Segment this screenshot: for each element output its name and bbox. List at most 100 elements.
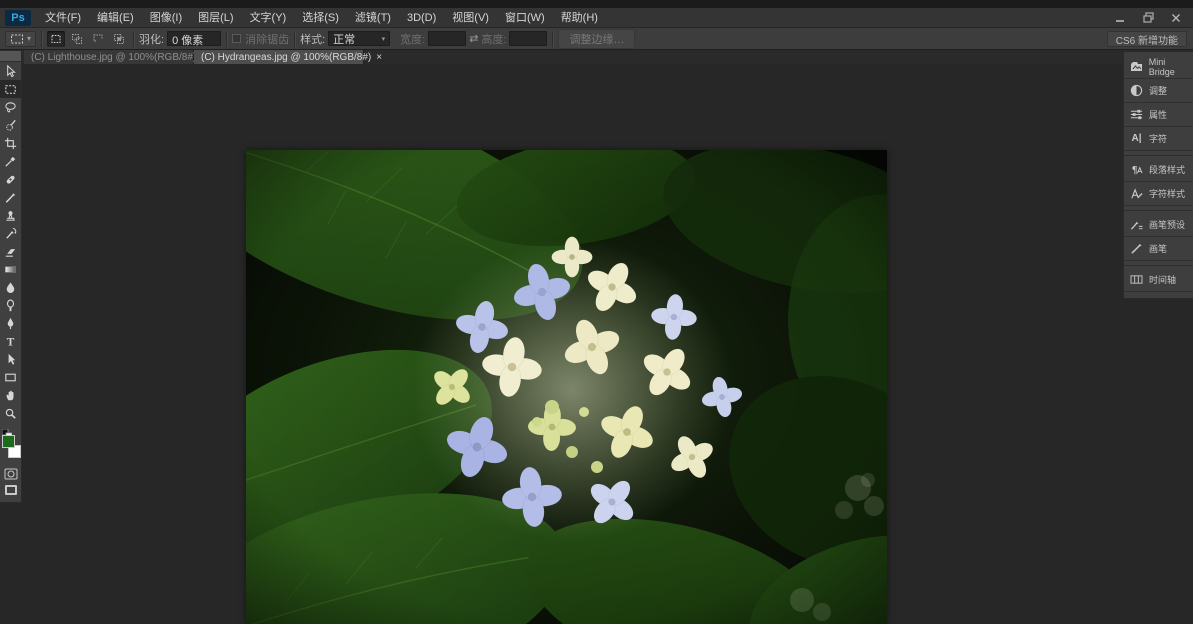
menu-file[interactable]: 文件(F) (37, 8, 89, 28)
properties-icon (1129, 107, 1144, 122)
rectangular-marquee-tool[interactable] (0, 80, 21, 98)
panel-label: 字符样式 (1149, 187, 1185, 200)
foreground-color-swatch[interactable] (2, 435, 15, 448)
tab-label: (C) Lighthouse.jpg @ 100%(RGB/8#) (31, 52, 196, 63)
brush-presets-icon (1129, 217, 1144, 232)
tool-options-bar: ▾ 羽化: 0 像素 消除锯齿 样式: 正常 ▾ 宽度: ⇄ 高度: (0, 28, 1193, 50)
brush-icon (1129, 241, 1144, 256)
panel-label: Mini Bridge (1149, 57, 1193, 77)
panel-character-styles[interactable]: 字符样式 (1124, 182, 1193, 206)
menu-select[interactable]: 选择(S) (294, 8, 347, 28)
crop-tool[interactable] (0, 134, 21, 152)
paragraph-styles-icon: ¶ (1129, 162, 1144, 177)
style-dropdown[interactable]: 正常 ▾ (328, 31, 390, 46)
feather-label: 羽化: (139, 31, 164, 47)
menu-window[interactable]: 窗口(W) (497, 8, 553, 28)
panel-paragraph-styles[interactable]: ¶ 段落样式 (1124, 158, 1193, 182)
eyedropper-tool[interactable] (0, 152, 21, 170)
minimize-button[interactable] (1113, 12, 1127, 24)
panel-label: 画笔预设 (1149, 218, 1185, 231)
feather-input[interactable]: 0 像素 (167, 31, 221, 46)
menu-type[interactable]: 文字(Y) (242, 8, 295, 28)
menu-view[interactable]: 视图(V) (444, 8, 497, 28)
brush-tool[interactable] (0, 188, 21, 206)
spot-healing-brush-tool[interactable] (0, 170, 21, 188)
close-icon[interactable] (1169, 12, 1183, 24)
add-to-selection-button[interactable] (68, 31, 86, 47)
character-styles-icon (1129, 186, 1144, 201)
width-label: 宽度: (400, 31, 425, 47)
panel-character[interactable]: A| 字符 (1124, 127, 1193, 151)
history-brush-tool[interactable] (0, 224, 21, 242)
tools-panel-header[interactable] (0, 51, 21, 62)
timeline-icon (1129, 272, 1144, 287)
panel-label: 画笔 (1149, 242, 1167, 255)
subtract-from-selection-button[interactable] (89, 31, 107, 47)
menu-filter[interactable]: 滤镜(T) (347, 8, 399, 28)
refine-edge-button[interactable]: 调整边缘… (558, 29, 635, 49)
antialias-checkbox[interactable] (232, 34, 241, 43)
hydrangea-photo (246, 150, 887, 624)
character-icon: A| (1129, 131, 1144, 146)
preset-arrow-icon: ▾ (27, 34, 31, 43)
rectangle-shape-tool[interactable] (0, 368, 21, 386)
svg-text:¶: ¶ (1132, 165, 1138, 176)
panel-properties[interactable]: 属性 (1124, 103, 1193, 127)
panel-brush-presets[interactable]: 画笔预设 (1124, 213, 1193, 237)
intersect-selection-button[interactable] (110, 31, 128, 47)
menu-3d[interactable]: 3D(D) (399, 8, 444, 28)
panel-brush[interactable]: 画笔 (1124, 237, 1193, 261)
zoom-tool[interactable] (0, 404, 21, 422)
menu-image[interactable]: 图像(I) (142, 8, 190, 28)
marquee-preset-icon (10, 33, 24, 45)
type-tool[interactable]: T (0, 332, 21, 350)
menu-bar: Ps 文件(F) 编辑(E) 图像(I) 图层(L) 文字(Y) 选择(S) 滤… (0, 8, 1193, 28)
window-controls (1113, 12, 1193, 24)
path-selection-tool[interactable] (0, 350, 21, 368)
tool-preset-picker[interactable]: ▾ (5, 31, 36, 47)
workspace: T (0, 64, 1193, 624)
dodge-tool[interactable] (0, 296, 21, 314)
pen-tool[interactable] (0, 314, 21, 332)
menu-help[interactable]: 帮助(H) (553, 8, 606, 28)
panel-mini-bridge[interactable]: Mini Bridge (1124, 55, 1193, 79)
mini-bridge-icon (1129, 59, 1144, 74)
height-input[interactable] (509, 31, 547, 46)
panel-label: 属性 (1149, 108, 1167, 121)
style-label: 样式: (300, 31, 325, 47)
tab-hydrangeas[interactable]: (C) Hydrangeas.jpg @ 100%(RGB/8#) × (194, 50, 364, 64)
workspace-switcher-button[interactable]: CS6 新增功能 (1107, 31, 1187, 47)
tab-lighthouse[interactable]: (C) Lighthouse.jpg @ 100%(RGB/8#) × (24, 50, 194, 64)
clone-stamp-tool[interactable] (0, 206, 21, 224)
swap-dimensions-icon[interactable]: ⇄ (469, 32, 478, 45)
panel-label: 时间轴 (1149, 273, 1176, 286)
lasso-tool[interactable] (0, 98, 21, 116)
dropdown-arrow-icon: ▾ (382, 35, 386, 43)
quick-selection-tool[interactable] (0, 116, 21, 134)
restore-button[interactable] (1141, 12, 1155, 24)
panel-timeline[interactable]: 时间轴 (1124, 268, 1193, 292)
quick-mask-button[interactable] (0, 466, 21, 482)
svg-text:T: T (7, 336, 15, 348)
blur-tool[interactable] (0, 278, 21, 296)
photoshop-logo: Ps (5, 10, 31, 26)
menu-layer[interactable]: 图层(L) (190, 8, 241, 28)
tab-close-icon[interactable]: × (376, 52, 382, 63)
panel-adjustments[interactable]: 调整 (1124, 79, 1193, 103)
menu-edit[interactable]: 编辑(E) (89, 8, 142, 28)
hand-tool[interactable] (0, 386, 21, 404)
screen-mode-button[interactable] (0, 482, 21, 498)
gradient-tool[interactable] (0, 260, 21, 278)
canvas-document[interactable] (246, 150, 887, 624)
eraser-tool[interactable] (0, 242, 21, 260)
antialias-label: 消除锯齿 (245, 31, 289, 47)
move-tool[interactable] (0, 62, 21, 80)
adjustments-icon (1129, 83, 1144, 98)
style-value: 正常 (333, 31, 355, 47)
new-selection-button[interactable] (47, 31, 65, 47)
document-tab-bar: (C) Lighthouse.jpg @ 100%(RGB/8#) × (C) … (0, 50, 1193, 64)
tab-label: (C) Hydrangeas.jpg @ 100%(RGB/8#) (201, 52, 371, 63)
tools-panel: T (0, 50, 22, 503)
width-input[interactable] (428, 31, 466, 46)
panel-dock: Mini Bridge 调整 属性 A| 字符 ¶ 段落样式 字符样式 (1123, 52, 1193, 299)
